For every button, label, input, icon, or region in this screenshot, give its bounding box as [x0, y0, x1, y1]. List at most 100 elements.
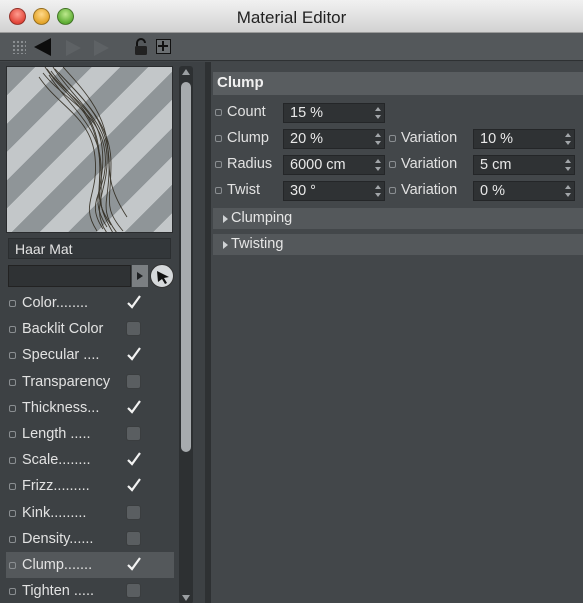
- keyframe-dot-icon[interactable]: [215, 187, 222, 194]
- keyframe-dot-icon[interactable]: [389, 161, 396, 168]
- channel-checkbox[interactable]: [126, 504, 141, 520]
- keyframe-dot-icon[interactable]: [215, 135, 222, 142]
- channel-item-length[interactable]: Length .....: [6, 421, 174, 447]
- search-input[interactable]: [8, 265, 131, 287]
- keyframe-dot-icon[interactable]: [215, 161, 222, 168]
- channel-label: Color........: [22, 295, 89, 311]
- scrollbar-thumb[interactable]: [181, 82, 191, 452]
- keyframe-dot-icon[interactable]: [9, 404, 16, 412]
- pointer-icon[interactable]: [150, 264, 174, 288]
- clump-variation-param: Variation: [387, 130, 457, 146]
- spinner-arrows-icon[interactable]: [375, 159, 381, 171]
- channel-item-specular[interactable]: Specular ....: [6, 342, 174, 368]
- channel-checkbox[interactable]: [126, 347, 141, 362]
- channel-scrollbar[interactable]: [179, 66, 193, 603]
- channel-label: Specular ....: [22, 347, 100, 364]
- radius-field[interactable]: 6000 cm: [283, 155, 385, 175]
- channel-label: Density......: [22, 530, 94, 547]
- clump-variation-field[interactable]: 10 %: [473, 129, 575, 149]
- spinner-arrows-icon[interactable]: [565, 133, 571, 145]
- keyframe-dot-icon[interactable]: [9, 430, 16, 438]
- radius-value: 6000 cm: [290, 157, 346, 173]
- keyframe-dot-icon[interactable]: [9, 535, 16, 543]
- channel-item-scale[interactable]: Scale........: [6, 447, 174, 473]
- radius-variation-field[interactable]: 5 cm: [473, 155, 575, 175]
- new-window-icon[interactable]: [156, 39, 171, 54]
- channel-checkbox[interactable]: [126, 530, 141, 546]
- keyframe-dot-icon[interactable]: [9, 457, 16, 465]
- twist-variation-field[interactable]: 0 %: [473, 181, 575, 201]
- channel-item-thickness[interactable]: Thickness...: [6, 395, 174, 421]
- variation-label: Variation: [401, 182, 458, 198]
- keyframe-dot-icon[interactable]: [9, 483, 16, 491]
- spinner-arrows-icon[interactable]: [565, 185, 571, 197]
- channel-label: Transparency: [22, 373, 111, 390]
- keyframe-dot-icon[interactable]: [389, 135, 396, 142]
- channel-checkbox[interactable]: [126, 478, 141, 493]
- channel-item-frizz[interactable]: Frizz.........: [6, 473, 174, 499]
- keyframe-dot-icon[interactable]: [9, 378, 16, 386]
- keyframe-dot-icon[interactable]: [9, 588, 16, 596]
- channel-checkbox[interactable]: [126, 295, 141, 310]
- keyframe-dot-icon[interactable]: [9, 326, 16, 334]
- channel-label: Backlit Color: [22, 321, 104, 338]
- scroll-up-arrow-icon[interactable]: [182, 69, 190, 75]
- twist-param: Twist: [213, 182, 260, 198]
- spinner-arrows-icon[interactable]: [565, 159, 571, 171]
- forward-arrow-icon[interactable]: [66, 40, 81, 56]
- channel-checkbox[interactable]: [126, 452, 141, 467]
- toolbar: [0, 33, 583, 61]
- clump-field[interactable]: 20 %: [283, 129, 385, 149]
- window-title: Material Editor: [236, 8, 347, 27]
- material-editor-window: Material Editor Haar Mat Color........ B…: [0, 0, 583, 603]
- channel-checkbox[interactable]: [126, 373, 141, 389]
- scroll-down-arrow-icon[interactable]: [182, 595, 190, 601]
- lock-icon[interactable]: [134, 38, 148, 56]
- keyframe-dot-icon[interactable]: [9, 509, 16, 517]
- group-clumping[interactable]: Clumping: [213, 208, 583, 229]
- keyframe-dot-icon[interactable]: [215, 109, 222, 116]
- keyframe-dot-icon[interactable]: [9, 352, 16, 360]
- channel-item-tighten[interactable]: Tighten .....: [6, 578, 174, 603]
- channel-item-transparency[interactable]: Transparency: [6, 369, 174, 395]
- search-menu-button[interactable]: [132, 265, 148, 287]
- keyframe-dot-icon[interactable]: [389, 187, 396, 194]
- channel-checkbox[interactable]: [126, 400, 141, 415]
- count-field[interactable]: 15 %: [283, 103, 385, 123]
- title-bar: Material Editor: [0, 0, 583, 33]
- back-arrow-icon[interactable]: [34, 38, 51, 56]
- spinner-arrows-icon[interactable]: [375, 185, 381, 197]
- channel-label: Length .....: [22, 425, 91, 442]
- forward-arrow-icon[interactable]: [94, 40, 109, 56]
- channel-checkbox[interactable]: [126, 557, 141, 572]
- channel-item-color[interactable]: Color........: [6, 290, 174, 316]
- radius-variation-param: Variation: [387, 156, 457, 172]
- material-preview: [6, 66, 173, 233]
- radius-variation-value: 5 cm: [480, 157, 512, 173]
- spinner-arrows-icon[interactable]: [375, 133, 381, 145]
- channel-checkbox[interactable]: [126, 425, 141, 441]
- channel-item-clump[interactable]: Clump.......: [6, 551, 174, 579]
- grip-icon[interactable]: [12, 40, 26, 54]
- twist-field[interactable]: 30 °: [283, 181, 385, 201]
- panel-divider[interactable]: [205, 62, 211, 603]
- twist-variation-value: 0 %: [480, 183, 505, 199]
- channel-item-kink[interactable]: Kink.........: [6, 500, 174, 526]
- channel-item-backlit-color[interactable]: Backlit Color: [6, 316, 174, 342]
- attributes-panel: Clump Count 15 % Clump 20 % Variation 10…: [205, 62, 583, 603]
- keyframe-dot-icon[interactable]: [9, 300, 16, 307]
- material-name-field[interactable]: Haar Mat: [8, 238, 171, 259]
- group-twisting[interactable]: Twisting: [213, 234, 583, 255]
- spinner-arrows-icon[interactable]: [375, 107, 381, 119]
- channel-label: Kink.........: [22, 504, 87, 521]
- channel-label: Tighten .....: [22, 583, 94, 600]
- keyframe-dot-icon[interactable]: [9, 561, 16, 569]
- twist-variation-param: Variation: [387, 182, 457, 198]
- disclosure-triangle-icon: [223, 215, 228, 223]
- channel-item-density[interactable]: Density......: [6, 526, 174, 552]
- channel-label: Scale........: [22, 452, 91, 469]
- channel-checkbox[interactable]: [126, 321, 141, 337]
- channel-checkbox[interactable]: [126, 583, 141, 599]
- group-label: Clumping: [231, 210, 293, 226]
- channel-list: Color........ Backlit Color Specular ...…: [6, 290, 174, 603]
